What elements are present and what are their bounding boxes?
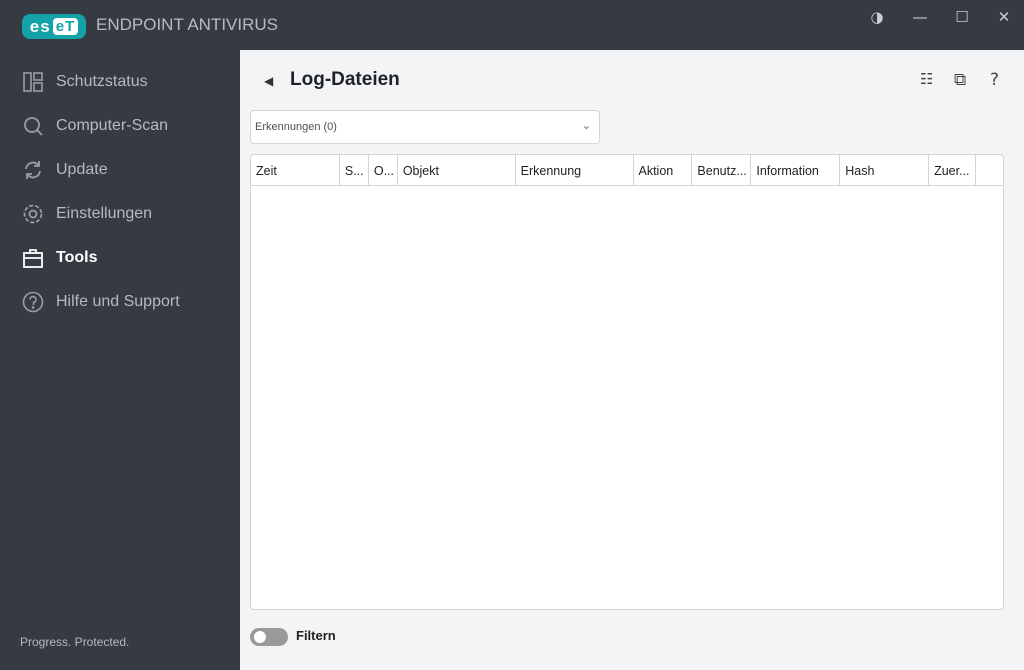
filter-label: Filtern: [296, 628, 336, 643]
eset-logo: es eT: [22, 14, 86, 39]
copy-icon[interactable]: ⧉: [954, 70, 966, 90]
sidebar-item-label: Schutzstatus: [56, 73, 148, 90]
column-header[interactable]: Benutz...: [692, 155, 752, 185]
column-header[interactable]: Hash: [840, 155, 930, 185]
log-type-select[interactable]: Erkennungen (0) ⌄: [250, 110, 600, 144]
sidebar-item-label: Tools: [56, 249, 98, 266]
sidebar-item-schutzstatus[interactable]: Schutzstatus: [22, 71, 148, 93]
help-icon: [22, 291, 44, 313]
column-header[interactable]: Objekt: [398, 155, 516, 185]
sidebar-item-computer-scan[interactable]: Computer-Scan: [22, 115, 168, 137]
minimize-button[interactable]: —: [910, 8, 930, 26]
column-header[interactable]: O...: [369, 155, 398, 185]
refresh-icon: [25, 161, 41, 179]
column-header[interactable]: Erkennung: [516, 155, 634, 185]
sidebar-item-label: Einstellungen: [56, 205, 153, 222]
maximize-button[interactable]: ☐: [952, 8, 972, 26]
dashboard-icon: [23, 72, 43, 92]
table-header: Zeit S... O... Objekt Erkennung Aktion B…: [251, 155, 1003, 186]
log-table: Zeit S... O... Objekt Erkennung Aktion B…: [250, 154, 1004, 610]
page-title: Log-Dateien: [290, 69, 400, 90]
tagline: Progress. Protected.: [20, 635, 130, 649]
toolbox-icon: [23, 249, 43, 268]
sidebar-item-label: Hilfe und Support: [56, 293, 180, 310]
sidebar-item-label: Update: [56, 161, 108, 178]
help-button[interactable]: ?: [990, 70, 999, 90]
log-type-value: Erkennungen (0): [255, 121, 337, 133]
filter-toggle[interactable]: [250, 628, 288, 646]
sidebar-item-label: Computer-Scan: [56, 117, 169, 134]
column-header[interactable]: Zeit: [251, 155, 340, 185]
gear-icon: [23, 204, 43, 224]
title-bar: es eT ENDPOINT ANTIVIRUS ◑ — ☐ ✕: [0, 0, 1024, 50]
column-header[interactable]: S...: [340, 155, 369, 185]
sidebar-item-tools[interactable]: Tools: [22, 247, 97, 269]
column-header[interactable]: Aktion: [634, 155, 693, 185]
product-name: ENDPOINT ANTIVIRUS: [96, 15, 278, 34]
list-view-icon[interactable]: ☷: [920, 70, 933, 88]
close-button[interactable]: ✕: [994, 8, 1014, 26]
column-header[interactable]: Zuer...: [929, 155, 977, 185]
theme-toggle-icon[interactable]: ◑: [867, 8, 887, 26]
chevron-down-icon: ⌄: [581, 120, 591, 132]
sidebar-item-hilfe[interactable]: Hilfe und Support: [22, 291, 180, 313]
sidebar-item-einstellungen[interactable]: Einstellungen: [22, 203, 152, 225]
sidebar: Schutzstatus Computer-Scan Update Einste…: [0, 50, 240, 670]
search-icon: [24, 117, 43, 136]
column-header[interactable]: Information: [751, 155, 841, 185]
back-button[interactable]: ◀: [264, 74, 273, 88]
main-panel: ◀ Log-Dateien ☷ ⧉ ? Erkennungen (0) ⌄ Ze…: [240, 50, 1024, 670]
sidebar-item-update[interactable]: Update: [22, 159, 108, 181]
column-header: [976, 155, 1003, 185]
